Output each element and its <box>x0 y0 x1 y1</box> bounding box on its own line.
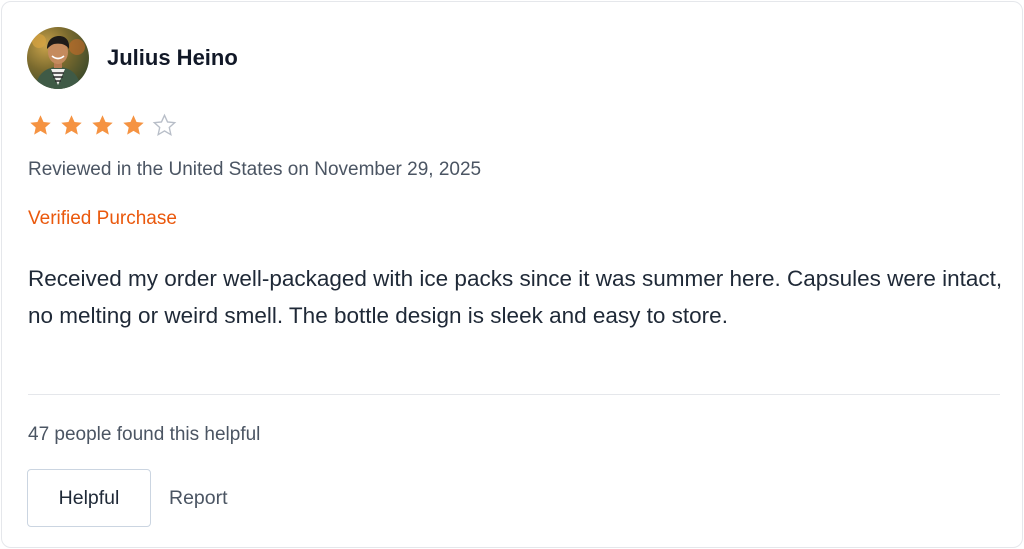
star-filled-icon <box>28 113 53 138</box>
helpful-count: 47 people found this helpful <box>28 424 261 445</box>
report-button[interactable]: Report <box>169 487 228 510</box>
review-body: Received my order well-packaged with ice… <box>28 266 1003 328</box>
review-actions: Helpful Report <box>27 469 228 527</box>
star-empty-icon <box>152 113 177 138</box>
star-rating <box>28 113 177 138</box>
star-filled-icon <box>90 113 115 138</box>
verified-purchase-badge: Verified Purchase <box>28 208 177 229</box>
helpful-button[interactable]: Helpful <box>27 469 151 527</box>
star-filled-icon <box>121 113 146 138</box>
reviewer-header: Julius Heino <box>27 27 238 89</box>
review-card: Julius Heino Reviewed in the United Stat… <box>1 1 1023 548</box>
divider <box>28 394 1000 395</box>
review-date-location: Reviewed in the United States on Novembe… <box>28 159 482 180</box>
star-filled-icon <box>59 113 84 138</box>
avatar <box>27 27 89 89</box>
reviewer-name: Julius Heino <box>107 45 238 70</box>
person-photo-icon <box>27 27 89 89</box>
